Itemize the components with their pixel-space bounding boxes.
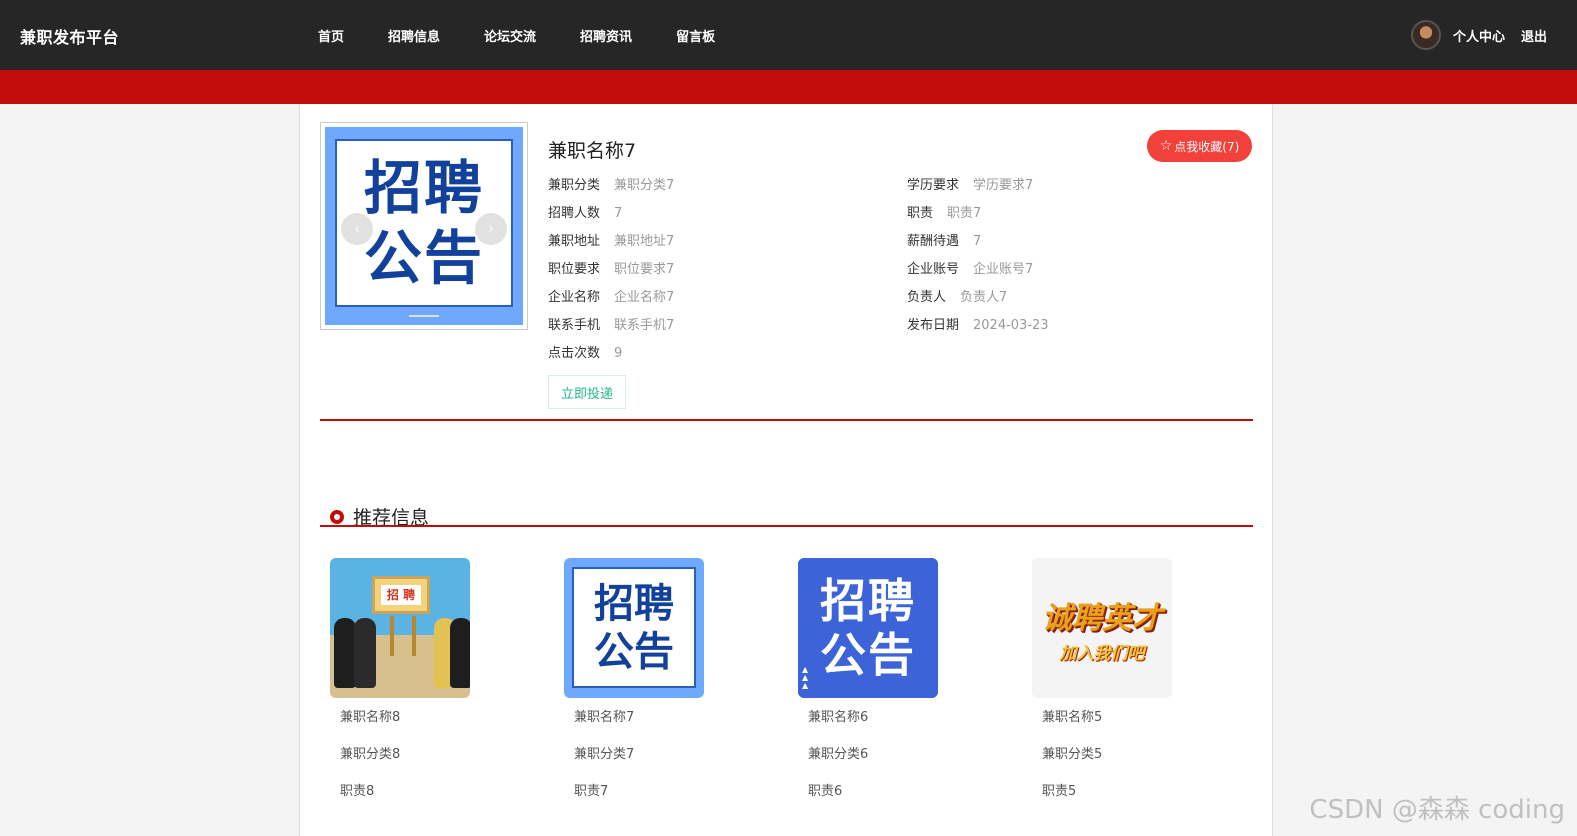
avatar[interactable] [1410,20,1441,50]
circle-bullet-icon [330,509,344,524]
carousel-next-icon[interactable]: › [475,213,507,245]
card-thumbnail[interactable]: 招聘 公告 [564,558,704,698]
field-company-account: 企业账号 企业账号7 [907,262,1034,277]
favorite-button[interactable]: ☆ 点我收藏(7) [1147,130,1252,162]
field-requirements: 职位要求 职位要求7 [548,262,675,277]
star-icon: ☆ [1159,138,1173,154]
carousel-indicator[interactable] [409,315,439,317]
nav-jobs[interactable]: 招聘信息 [388,26,440,45]
card-name[interactable]: 兼职名称5 [1042,706,1202,725]
field-company: 企业名称 企业名称7 [548,290,675,305]
main-nav: 首页 招聘信息 论坛交流 招聘资讯 留言板 [318,0,759,70]
poster-line-1: 招聘 [363,154,484,222]
field-duty: 职责 职责7 [907,206,982,221]
site-brand[interactable]: 兼职发布平台 [20,24,119,48]
detail-panel: 招聘 公告 ‹ › 兼职名称7 ☆ 点我收藏(7) 兼职分类 兼职分类7 招聘人数… [299,104,1273,836]
field-phone: 联系手机 联系手机7 [548,318,675,333]
recommend-card[interactable]: 诚聘英才 加入我们吧 兼职名称5 兼职分类5 职责5 [1022,558,1202,799]
field-clicks: 点击次数 9 [548,346,623,361]
field-salary: 薪酬待遇 7 [907,234,982,249]
card-duty: 职责6 [808,784,843,799]
card-name[interactable]: 兼职名称6 [808,706,968,725]
field-category: 兼职分类 兼职分类7 [548,178,675,193]
carousel-prev-icon[interactable]: ‹ [341,213,373,245]
recommend-card[interactable]: 招 聘 兼职名称8 兼职分类8 职责8 [320,558,500,799]
user-area: 个人中心 退出 [1410,0,1547,70]
card-thumbnail[interactable]: 诚聘英才 加入我们吧 [1032,558,1172,698]
card-category: 兼职分类7 [574,747,635,762]
favorite-label: 点我收藏(7) [1174,139,1240,154]
apply-button[interactable]: 立即投递 [548,375,626,409]
red-banner [0,70,1577,104]
field-education: 学历要求 学历要求7 [907,178,1034,193]
nav-forum[interactable]: 论坛交流 [484,26,536,45]
job-poster-image: 招聘 公告 ‹ › [325,127,523,325]
card-category: 兼职分类6 [808,747,869,762]
card-category: 兼职分类5 [1042,747,1103,762]
top-navbar: 兼职发布平台 首页 招聘信息 论坛交流 招聘资讯 留言板 个人中心 退出 [0,0,1577,70]
card-category: 兼职分类8 [340,747,401,762]
card-thumbnail[interactable]: 招聘 公告 ▲ ▲ ▲ [798,558,938,698]
section-divider [320,419,1253,421]
card-duty: 职责7 [574,784,609,799]
card-thumbnail[interactable]: 招 聘 [330,558,470,698]
card-duty: 职责5 [1042,784,1077,799]
job-title: 兼职名称7 [548,140,637,162]
card-name[interactable]: 兼职名称7 [574,706,734,725]
field-address: 兼职地址 兼职地址7 [548,234,675,249]
card-duty: 职责8 [340,784,375,799]
user-center-link[interactable]: 个人中心 [1453,26,1505,45]
image-carousel: 招聘 公告 ‹ › [320,122,528,330]
arrow-up-icon: ▲ ▲ ▲ [802,665,809,690]
nav-news[interactable]: 招聘资讯 [580,26,632,45]
recommend-card[interactable]: 招聘 公告 ▲ ▲ ▲ 兼职名称6 兼职分类6 职责6 [788,558,968,799]
recommend-card[interactable]: 招聘 公告 兼职名称7 兼职分类7 职责7 [554,558,734,799]
recommend-divider [320,525,1253,527]
csdn-watermark: CSDN @森森 coding [1309,795,1565,825]
logout-link[interactable]: 退出 [1521,26,1547,45]
field-manager: 负责人 负责人7 [907,290,1008,305]
field-publish-date: 发布日期 2024-03-23 [907,318,1049,333]
card-name[interactable]: 兼职名称8 [340,706,500,725]
nav-home[interactable]: 首页 [318,26,344,45]
nav-message-board[interactable]: 留言板 [676,26,715,45]
poster-line-2: 公告 [363,224,484,292]
field-headcount: 招聘人数 7 [548,206,623,221]
